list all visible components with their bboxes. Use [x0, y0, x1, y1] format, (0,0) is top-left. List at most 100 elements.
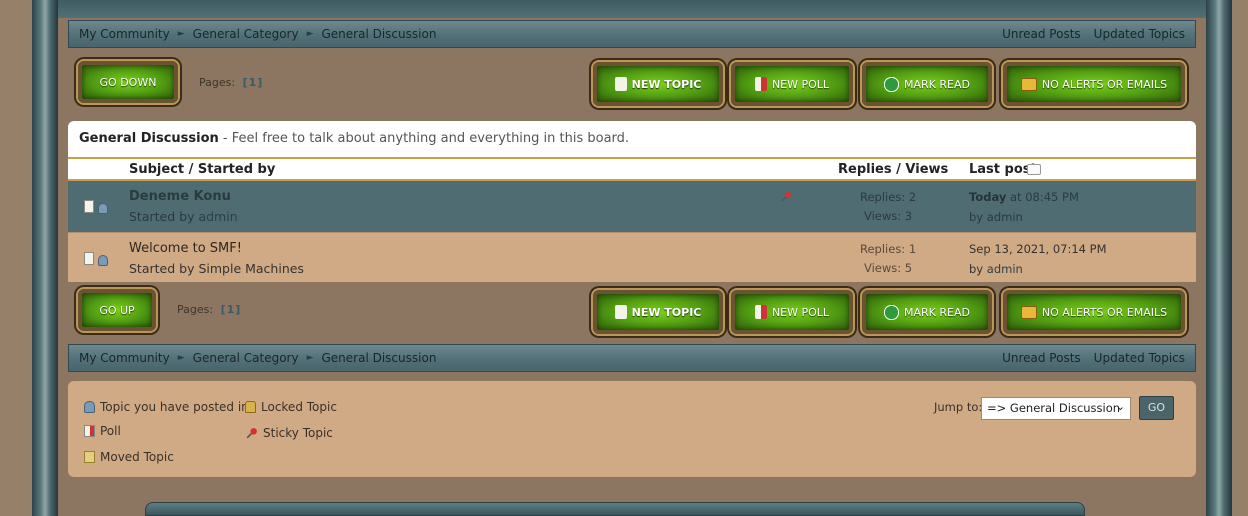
sticky-pin-icon [781, 192, 791, 202]
mark-read-button[interactable]: MARK READ [862, 290, 992, 334]
topic-subject-link[interactable]: Deneme Konu [129, 189, 231, 204]
legend-poll: Poll [84, 424, 121, 438]
page-number-link[interactable]: [1] [221, 303, 242, 316]
breadcrumb-link-community[interactable]: My Community [79, 27, 170, 41]
jump-go-button[interactable]: GO [1139, 396, 1174, 420]
go-up-button[interactable]: GO UP [78, 289, 156, 331]
breadcrumb-top: My Community ► General Category ► Genera… [68, 20, 1196, 48]
topic-row: Deneme Konu Started by admin Replies: 2 … [68, 181, 1196, 232]
new-poll-label: NEW POLL [771, 305, 830, 319]
board-title: General Discussion [79, 131, 219, 146]
sort-icon[interactable] [1027, 164, 1041, 175]
last-post-author-link[interactable]: admin [987, 210, 1023, 224]
new-poll-label: NEW POLL [771, 77, 830, 91]
go-up-label: GO UP [99, 303, 135, 317]
left-stone-pillar [32, 0, 58, 516]
breadcrumb-link-board[interactable]: General Discussion [322, 27, 437, 41]
breadcrumb-link-category[interactable]: General Category [193, 27, 299, 41]
breadcrumb-link-community[interactable]: My Community [79, 351, 170, 365]
unread-posts-link[interactable]: Unread Posts [1002, 351, 1081, 365]
breadcrumb-link-category[interactable]: General Category [193, 351, 299, 365]
breadcrumb-separator-icon: ► [177, 29, 185, 39]
topic-author-link[interactable]: admin [198, 209, 237, 224]
last-post-date[interactable]: Today at 08:45 PM [969, 190, 1079, 204]
mark-read-button[interactable]: MARK READ [862, 62, 992, 106]
breadcrumb-separator-icon: ► [306, 29, 314, 39]
pin-icon [246, 427, 257, 438]
right-margin [1232, 0, 1248, 516]
pagination-bottom: Pages: [1] [177, 303, 241, 316]
breadcrumb-separator-icon: ► [306, 353, 314, 363]
mark-read-label: MARK READ [904, 305, 970, 319]
unread-posts-link[interactable]: Unread Posts [1002, 27, 1081, 41]
board-description: General Discussion - Feel free to talk a… [68, 121, 1196, 157]
pages-label: Pages: [199, 76, 236, 89]
last-post-by: by admin [969, 262, 1023, 276]
new-topic-button[interactable]: NEW TOPIC [593, 62, 723, 106]
updated-topics-link[interactable]: Updated Topics [1094, 351, 1185, 365]
poll-icon [754, 77, 767, 91]
footer-frame [145, 502, 1085, 516]
envelope-icon [1020, 77, 1037, 91]
go-down-button[interactable]: GO DOWN [78, 61, 178, 103]
mark-read-label: MARK READ [904, 77, 970, 91]
new-poll-button[interactable]: NEW POLL [731, 62, 853, 106]
envelope-icon [1020, 305, 1037, 319]
legend-posted-in: Topic you have posted in [84, 400, 249, 414]
last-post-author-link[interactable]: admin [987, 262, 1023, 276]
topic-replies: Replies: 1 [860, 242, 917, 256]
topic-document-icon [84, 200, 94, 213]
topic-views: Views: 3 [864, 209, 913, 223]
legend-locked: Locked Topic [245, 400, 337, 414]
go-down-label: GO DOWN [99, 75, 157, 89]
board-description-text: - Feel free to talk about anything and e… [218, 131, 630, 146]
no-alerts-label: NO ALERTS OR EMAILS [1041, 77, 1168, 91]
posted-in-icon [98, 203, 108, 214]
left-margin [0, 0, 32, 516]
poll-icon [754, 305, 767, 319]
topic-document-icon [84, 252, 94, 265]
breadcrumb-link-board[interactable]: General Discussion [322, 351, 437, 365]
moved-icon [84, 451, 95, 463]
topic-started-by: Started by Simple Machines [129, 261, 304, 276]
pages-label: Pages: [177, 303, 214, 316]
no-alerts-button[interactable]: NO ALERTS OR EMAILS [1003, 290, 1185, 334]
topic-list-header: Subject / Started by Replies / Views Las… [68, 157, 1196, 181]
jump-to-select[interactable]: => General Discussion ⌄ [981, 397, 1131, 420]
right-stone-pillar [1206, 0, 1232, 516]
new-topic-label: NEW TOPIC [631, 77, 702, 91]
jump-to-label: Jump to: [934, 400, 983, 414]
user-icon [84, 401, 95, 413]
clipboard-icon [614, 77, 627, 91]
replies-views-column-header[interactable]: Replies / Views [838, 162, 948, 177]
topic-views: Views: 5 [864, 261, 913, 275]
page-number-link[interactable]: [1] [243, 76, 264, 89]
updated-topics-link[interactable]: Updated Topics [1094, 27, 1185, 41]
topic-started-by: Started by admin [129, 209, 238, 224]
topic-icons [84, 252, 108, 266]
posted-in-icon [98, 255, 108, 266]
new-topic-button[interactable]: NEW TOPIC [593, 290, 723, 334]
lock-icon [245, 401, 256, 413]
pagination-top: Pages: [1] [199, 76, 263, 89]
topic-subject-link[interactable]: Welcome to SMF! [129, 241, 242, 256]
check-icon [884, 304, 900, 320]
clipboard-icon [614, 305, 627, 319]
topic-icons [84, 200, 108, 214]
breadcrumb-bottom: My Community ► General Category ► Genera… [68, 344, 1196, 372]
subject-column-header[interactable]: Subject / Started by [129, 162, 275, 177]
legend-sticky: Sticky Topic [245, 426, 333, 440]
new-poll-button[interactable]: NEW POLL [731, 290, 853, 334]
legend-moved: Moved Topic [84, 450, 174, 464]
no-alerts-button[interactable]: NO ALERTS OR EMAILS [1003, 62, 1185, 106]
topic-row: Welcome to SMF! Started by Simple Machin… [68, 232, 1196, 282]
no-alerts-label: NO ALERTS OR EMAILS [1041, 305, 1168, 319]
breadcrumb-separator-icon: ► [177, 353, 185, 363]
poll-icon [84, 425, 95, 437]
topic-author-link[interactable]: Simple Machines [198, 261, 304, 276]
check-icon [884, 76, 900, 92]
header-frame [58, 0, 1206, 18]
topic-legend-panel: Topic you have posted in Poll Moved Topi… [68, 381, 1196, 477]
last-post-date[interactable]: Sep 13, 2021, 07:14 PM [969, 242, 1107, 256]
chevron-down-icon: ⌄ [1115, 400, 1125, 413]
